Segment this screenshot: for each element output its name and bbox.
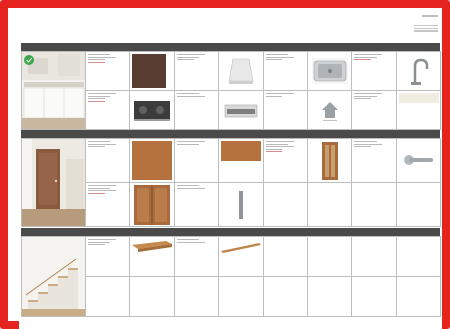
section-band [21, 130, 440, 138]
spec-cell [263, 183, 308, 227]
door-handle-image [400, 151, 437, 169]
spec-cell [307, 237, 353, 277]
header-meta [414, 25, 438, 33]
spec-cell-image [219, 91, 264, 130]
spec-cell-image [396, 52, 441, 91]
spec-cell [263, 277, 308, 317]
spec-cell [174, 139, 220, 183]
room-photo-cell [22, 52, 86, 130]
faucet-image [402, 56, 435, 86]
spec-cell [263, 139, 308, 183]
spec-cell [86, 183, 131, 227]
spec-cell [263, 237, 308, 277]
spec-cell [352, 183, 397, 227]
door-image [321, 142, 338, 180]
product-grid [21, 138, 441, 227]
staircase-photo [22, 237, 85, 316]
spec-cell-image [130, 237, 175, 277]
spec-cell [86, 277, 131, 317]
spec-cell-image [307, 52, 353, 91]
kitchen-photo [22, 52, 85, 129]
spec-cell [174, 91, 220, 130]
pull-handle-image [239, 191, 244, 219]
product-grid [21, 51, 441, 130]
spec-cell-image [307, 139, 353, 183]
spec-cell [174, 183, 220, 227]
spec-cell-swatch [130, 139, 175, 183]
room-photo-cell [22, 237, 86, 317]
spec-cell [396, 237, 441, 277]
spec-cell [352, 91, 397, 130]
section-band [21, 43, 440, 51]
grill-image [223, 101, 260, 121]
range-hood-image [223, 55, 260, 87]
spec-cell [307, 277, 353, 317]
room-photo-cell [22, 139, 86, 227]
counter-swatch [132, 54, 167, 88]
page-number [422, 15, 438, 17]
spec-cell [352, 277, 397, 317]
double-door-image [134, 185, 171, 225]
spec-cell [86, 237, 131, 277]
spec-cell [396, 183, 441, 227]
spec-cell [174, 277, 220, 317]
spec-cell [174, 52, 220, 91]
spec-cell [219, 277, 264, 317]
wood-swatch [221, 141, 262, 161]
spec-cell-image [219, 183, 264, 227]
product-grid [21, 236, 441, 317]
spec-cell-image [130, 183, 175, 227]
spec-cell [307, 183, 353, 227]
spec-cell-swatch [396, 91, 441, 130]
spec-cell [396, 277, 441, 317]
home-icon [321, 102, 338, 121]
spec-cell [86, 91, 131, 130]
spec-sheet [19, 13, 442, 329]
spec-cell-swatch [219, 139, 264, 183]
spec-cell-image [396, 139, 441, 183]
stair-tread-image [132, 241, 173, 252]
cooktop-image [133, 97, 172, 123]
spec-cell-swatch [130, 52, 175, 91]
spec-cell-image [307, 91, 353, 130]
sink-image [311, 58, 348, 84]
spec-cell [86, 52, 131, 91]
spec-cell-image [219, 237, 264, 277]
spec-cell [263, 91, 308, 130]
spec-cell-image [219, 52, 264, 91]
hallway-door-photo [22, 139, 85, 226]
spec-cell [352, 237, 397, 277]
check-icon [24, 55, 34, 65]
spec-cell [263, 52, 308, 91]
spec-cell [352, 139, 397, 183]
handrail-image [221, 243, 262, 253]
spec-cell [86, 139, 131, 183]
spec-cell [130, 277, 175, 317]
panel-swatch [398, 93, 439, 103]
wood-swatch [132, 141, 173, 180]
spec-cell [352, 52, 397, 91]
page-top [19, 13, 442, 23]
spec-cell-image [130, 91, 175, 130]
section-band [21, 228, 440, 236]
spec-cell [174, 237, 220, 277]
